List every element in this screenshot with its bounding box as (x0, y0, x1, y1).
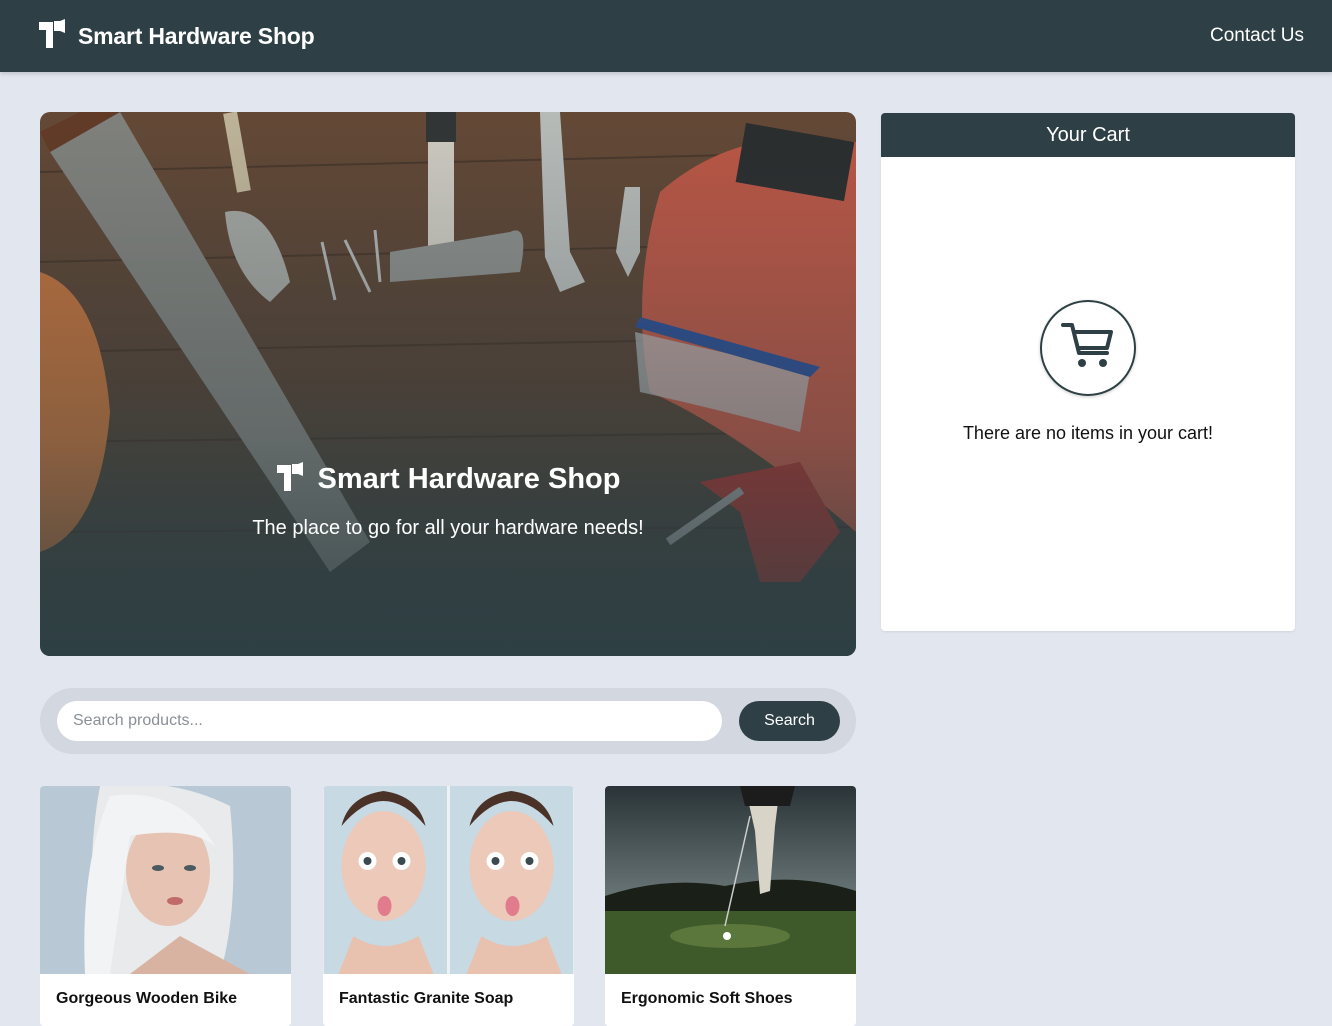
search-button[interactable]: Search (739, 701, 840, 741)
hero-title: Smart Hardware Shop (317, 463, 621, 495)
product-card[interactable]: Gorgeous Wooden Bike (40, 786, 291, 1026)
brand-link[interactable]: Smart Hardware Shop (38, 18, 315, 54)
product-image (323, 786, 574, 974)
hero-banner: Smart Hardware Shop The place to go for … (40, 112, 856, 656)
brand-title: Smart Hardware Shop (78, 22, 315, 49)
product-card[interactable]: Ergonomic Soft Shoes (605, 786, 856, 1026)
product-image (40, 786, 291, 974)
cart-empty-badge (1040, 300, 1136, 396)
hero-brand: Smart Hardware Shop (40, 462, 856, 497)
hero-tools-image (40, 112, 856, 656)
product-name: Fantastic Granite Soap (339, 990, 514, 1007)
product-image (605, 786, 856, 974)
navbar: Smart Hardware Shop Contact Us (0, 0, 1332, 72)
contact-us-link[interactable]: Contact Us (1210, 25, 1304, 47)
hammer-logo-icon (276, 462, 304, 497)
hammer-logo-icon (38, 18, 66, 54)
product-name: Gorgeous Wooden Bike (56, 990, 238, 1007)
product-name: Ergonomic Soft Shoes (621, 990, 793, 1007)
search-bar: Search (40, 688, 856, 754)
product-card[interactable]: Fantastic Granite Soap (323, 786, 574, 1026)
search-input[interactable] (57, 701, 722, 741)
cart-title: Your Cart (881, 113, 1295, 157)
shopping-cart-icon (1061, 322, 1115, 375)
hero-subtitle: The place to go for all your hardware ne… (252, 517, 644, 539)
cart-panel: Your Cart There are no items in your car… (881, 113, 1295, 631)
cart-empty-message: There are no items in your cart! (962, 423, 1214, 443)
